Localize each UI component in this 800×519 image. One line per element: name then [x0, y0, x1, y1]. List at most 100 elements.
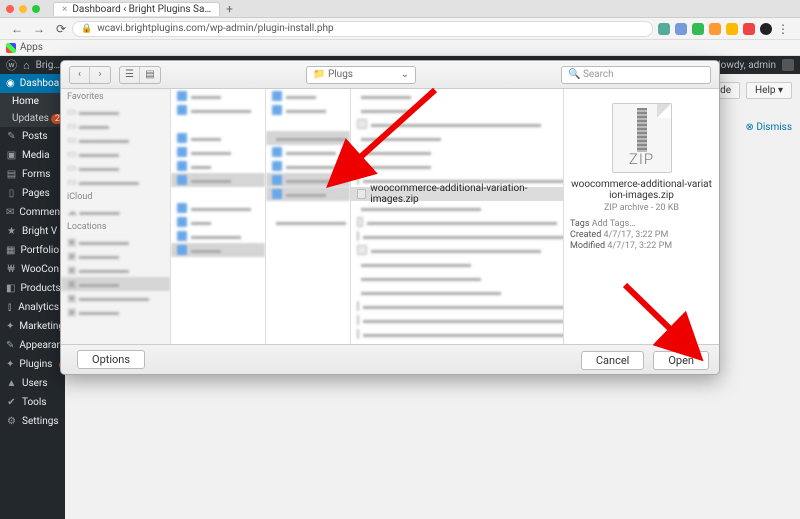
- folder-item[interactable]: ▬▬▬▬▬: [266, 145, 350, 159]
- file-item[interactable]: ▬▬▬▬▬: [351, 89, 563, 103]
- sidebar-sub-home[interactable]: Home: [0, 93, 65, 110]
- folder-dropdown[interactable]: 📁 Plugs⌄: [306, 66, 416, 84]
- folder-item[interactable]: ▬▬: [171, 215, 265, 229]
- folder-item[interactable]: [171, 117, 265, 131]
- columns-view-icon[interactable]: ☰: [120, 67, 140, 83]
- back-button[interactable]: ←: [10, 22, 24, 36]
- folder-item[interactable]: ▬▬: [171, 159, 265, 173]
- sidebar-entry[interactable]: ▭ ▬▬▬▬: [61, 105, 170, 119]
- nav-back-icon[interactable]: ‹: [70, 67, 90, 83]
- file-item[interactable]: ▬▬▬▬▬▬▬▬▬▬▬: [351, 257, 563, 271]
- howdy-label[interactable]: Howdy, admin: [714, 60, 776, 71]
- sidebar-item-plugins[interactable]: ✦Plugins1: [0, 355, 65, 374]
- view-segment[interactable]: ☰▤: [119, 66, 161, 84]
- file-item[interactable]: ▬▬▬▬▬▬▬▬▬▬: [351, 341, 563, 344]
- file-item[interactable]: ▬▬▬▬▬▬▬▬▬▬▬▬▬▬▬▬▬▬▬▬▬▬▬: [351, 173, 563, 187]
- avatar[interactable]: [782, 59, 794, 71]
- sidebar-entry[interactable]: ▭ ▬▬▬▬▬▬: [61, 175, 170, 189]
- sidebar-item-posts[interactable]: ✎Posts: [0, 127, 65, 146]
- sidebar-entry[interactable]: ▣ ▬▬▬▬: [61, 305, 170, 319]
- file-item[interactable]: ▬▬▬▬▬▬▬▬▬▬▬▬▬▬: [351, 285, 563, 299]
- home-icon[interactable]: ⌂: [23, 59, 30, 72]
- folder-item[interactable]: [266, 201, 350, 215]
- extension-icon[interactable]: [709, 23, 721, 35]
- folder-item[interactable]: ▬▬▬▬▬: [266, 173, 350, 187]
- folder-item[interactable]: ▬▬▬▬▬▬: [171, 103, 265, 117]
- sidebar-entry[interactable]: ▭ ▬▬▬: [61, 119, 170, 133]
- sidebar-entry[interactable]: ▣ ▬▬▬▬▬▬▬: [61, 291, 170, 305]
- browser-tab[interactable]: × Dashboard ‹ Bright Plugins Sa…: [53, 2, 220, 16]
- options-button[interactable]: Options: [77, 350, 145, 369]
- sidebar-item-bright[interactable]: ★Bright V: [0, 222, 65, 241]
- extension-icon[interactable]: [692, 23, 704, 35]
- folder-item[interactable]: [266, 117, 350, 131]
- file-item[interactable]: ▬▬▬▬▬▬▬▬▬▬▬▬▬▬▬▬▬▬▬▬▬▬▬: [351, 299, 563, 313]
- open-button[interactable]: Open: [653, 351, 709, 370]
- sidebar-item-users[interactable]: ▲Users: [0, 374, 65, 393]
- sidebar-item-comments[interactable]: ✉Commen: [0, 203, 65, 222]
- tags-value[interactable]: Add Tags…: [592, 219, 636, 229]
- site-name[interactable]: Brig…: [36, 60, 60, 71]
- sidebar-item-dashboard[interactable]: ◉Dashboa: [0, 74, 65, 93]
- folder-item[interactable]: ▬▬▬: [171, 89, 265, 103]
- folder-item[interactable]: ▬▬▬: [171, 243, 265, 257]
- file-item[interactable]: ▬▬▬▬▬▬▬▬▬▬▬▬: [351, 201, 563, 215]
- sidebar-item-pages[interactable]: ▯Pages: [0, 184, 65, 203]
- file-item[interactable]: ▬▬▬▬▬▬▬▬▬▬▬▬▬▬▬▬▬: [351, 117, 563, 131]
- folder-item[interactable]: ▬▬▬▬▬▬▬: [266, 215, 350, 229]
- tab-close-icon[interactable]: ×: [62, 4, 67, 15]
- window-minimize-icon[interactable]: [19, 5, 27, 13]
- file-item[interactable]: ▬▬▬▬▬▬▬▬: [351, 131, 563, 145]
- sidebar-item-forms[interactable]: ▤Forms: [0, 165, 65, 184]
- address-bar[interactable]: 🔒 wcavi.brightplugins.com/wp-admin/plugi…: [72, 21, 653, 37]
- folder-item[interactable]: [171, 187, 265, 201]
- window-close-icon[interactable]: [6, 5, 14, 13]
- window-zoom-icon[interactable]: [32, 5, 40, 13]
- sidebar-entry[interactable]: ▭ ▬▬▬▬: [61, 147, 170, 161]
- folder-item[interactable]: ▬▬▬▬: [266, 103, 350, 117]
- sidebar-entry[interactable]: ▭ ▬▬▬▬▬: [61, 133, 170, 147]
- folder-item[interactable]: ▬▬▬▬: [266, 187, 350, 201]
- apps-label[interactable]: Apps: [20, 42, 43, 53]
- folder-item[interactable]: ▬▬▬▬: [171, 145, 265, 159]
- extension-icon[interactable]: [675, 23, 687, 35]
- nav-segment[interactable]: ‹›: [69, 66, 111, 84]
- help-button[interactable]: Help ▾: [746, 82, 792, 99]
- new-tab-button[interactable]: +: [226, 2, 233, 16]
- search-input[interactable]: 🔍 Search: [561, 66, 711, 84]
- sidebar-item-portfolio[interactable]: ▦Portfolio: [0, 241, 65, 260]
- sidebar-item-analytics[interactable]: ⫾Analytics: [0, 298, 65, 317]
- sidebar-item-settings[interactable]: ⚙Settings: [0, 412, 65, 431]
- sidebar-entry[interactable]: ▣ ▬▬▬▬: [61, 249, 170, 263]
- wordpress-icon[interactable]: ⓦ: [6, 57, 17, 73]
- folder-item[interactable]: [266, 229, 350, 243]
- profile-icon[interactable]: [760, 23, 772, 35]
- sidebar-entry[interactable]: ▣ ▬▬▬▬▬: [61, 263, 170, 277]
- sidebar-item-products[interactable]: ◧Products: [0, 279, 65, 298]
- sidebar-item-appearance[interactable]: ✎Appearance: [0, 336, 65, 355]
- extension-icon[interactable]: [658, 23, 670, 35]
- folder-item[interactable]: ▬▬▬: [171, 131, 265, 145]
- forward-button[interactable]: →: [32, 22, 46, 36]
- file-item[interactable]: ▬▬▬▬▬▬▬: [351, 145, 563, 159]
- sidebar-sub-updates[interactable]: Updates2: [0, 110, 65, 127]
- sidebar-item-media[interactable]: ▣Media: [0, 146, 65, 165]
- sidebar-entry[interactable]: ▣ ▬▬▬▬: [61, 277, 170, 291]
- file-item[interactable]: ▬▬▬▬▬▬▬▬▬▬▬▬▬▬▬▬▬▬▬▬▬▬▬: [351, 313, 563, 327]
- file-item[interactable]: ▬▬▬▬▬▬▬▬▬▬▬▬▬▬▬▬▬▬▬▬▬▬▬▬▬: [351, 327, 563, 341]
- file-item[interactable]: ▬▬▬▬▬▬▬: [351, 159, 563, 173]
- file-item[interactable]: ▬▬▬▬▬: [351, 103, 563, 117]
- sidebar-item-woocommerce[interactable]: ₩WooCon: [0, 260, 65, 279]
- sidebar-entry[interactable]: ▣ ▬▬▬▬▬: [61, 235, 170, 249]
- extension-icon[interactable]: [743, 23, 755, 35]
- folder-item[interactable]: ▬▬▬▬: [171, 173, 265, 187]
- apps-icon[interactable]: [6, 43, 16, 53]
- sidebar-item-tools[interactable]: ✔Tools: [0, 393, 65, 412]
- extension-icon[interactable]: [726, 23, 738, 35]
- sidebar-entry[interactable]: ▭ ▬▬▬▬: [61, 161, 170, 175]
- folder-item[interactable]: ▬▬▬▬▬▬▬: [266, 131, 350, 145]
- file-item[interactable]: ▬▬▬▬▬▬▬▬▬▬▬▬▬▬▬▬▬▬▬▬▬: [351, 229, 563, 243]
- chrome-menu-icon[interactable]: ⋮: [776, 22, 790, 36]
- file-item[interactable]: ▬▬▬▬▬▬▬▬▬▬▬▬▬▬▬▬▬: [351, 243, 563, 257]
- nav-fwd-icon[interactable]: ›: [90, 67, 110, 83]
